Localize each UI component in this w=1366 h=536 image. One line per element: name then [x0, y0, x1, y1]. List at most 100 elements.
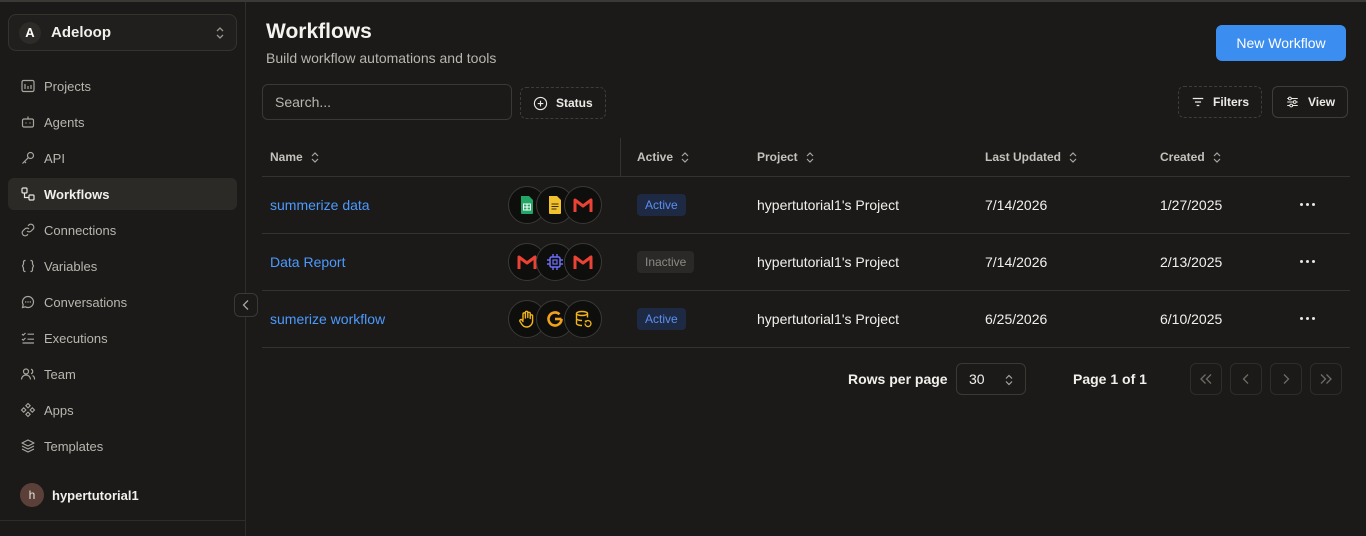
first-page-button[interactable]	[1190, 363, 1222, 395]
previous-page-button[interactable]	[1230, 363, 1262, 395]
table-row[interactable]: Data Report Inactive hypertutorial1's Pr…	[262, 234, 1350, 291]
page-indicator: Page 1 of 1	[1073, 371, 1147, 387]
sort-icon	[1069, 151, 1077, 163]
last-updated-cell: 6/25/2026	[985, 311, 1048, 327]
sidebar-item-variables[interactable]: Variables	[8, 250, 237, 282]
sidebar-divider	[0, 520, 246, 521]
org-switcher[interactable]: A Adeloop	[8, 14, 237, 51]
chevron-right-icon	[1283, 374, 1290, 384]
sort-icon	[311, 151, 319, 163]
gmail-icon	[564, 243, 602, 281]
column-header-last-updated[interactable]: Last Updated	[985, 150, 1077, 164]
rows-per-page-value: 30	[969, 371, 985, 387]
sort-icon	[1213, 151, 1221, 163]
workflow-icon	[21, 187, 35, 201]
column-header-project[interactable]: Project	[757, 150, 814, 164]
created-cell: 2/13/2025	[1160, 254, 1223, 270]
sort-icon	[681, 151, 689, 163]
column-label: Last Updated	[985, 150, 1062, 164]
collapse-sidebar-button[interactable]	[234, 293, 258, 317]
workflow-name-link[interactable]: Data Report	[270, 254, 345, 270]
rows-per-page-label: Rows per page	[848, 371, 948, 387]
status-badge: Active	[637, 194, 686, 216]
column-header-active[interactable]: Active	[637, 150, 689, 164]
sidebar-item-projects[interactable]: Projects	[8, 70, 237, 102]
workflow-app-icons	[508, 300, 602, 338]
column-label: Name	[270, 150, 303, 164]
chevron-left-icon	[242, 300, 249, 310]
project-cell: hypertutorial1's Project	[757, 311, 899, 327]
bot-icon	[21, 116, 35, 128]
sidebar-item-templates[interactable]: Templates	[8, 430, 237, 462]
sidebar-item-label: Projects	[44, 78, 91, 94]
link-icon	[21, 223, 35, 237]
sidebar: A Adeloop Projects Agents API Workflows …	[0, 2, 246, 536]
sidebar-item-workflows[interactable]: Workflows	[8, 178, 237, 210]
user-name: hypertutorial1	[52, 487, 139, 503]
view-label: View	[1308, 95, 1336, 109]
sidebar-item-api[interactable]: API	[8, 142, 237, 174]
chevron-left-icon	[1242, 374, 1249, 384]
workflow-name-link[interactable]: summerize data	[270, 197, 370, 213]
view-button[interactable]: View	[1272, 86, 1349, 118]
workflow-app-icons	[508, 243, 602, 281]
search-input[interactable]	[262, 84, 512, 120]
page-subtitle: Build workflow automations and tools	[266, 50, 497, 66]
sidebar-item-label: Team	[44, 366, 76, 382]
braces-icon	[21, 259, 35, 273]
column-header-name[interactable]: Name	[270, 150, 319, 164]
row-actions-icon[interactable]	[1300, 317, 1315, 320]
rows-per-page-select[interactable]: 30	[956, 363, 1026, 395]
last-page-button[interactable]	[1310, 363, 1342, 395]
table-header: Name Active Project Last Updated Created	[262, 138, 1350, 177]
sidebar-item-agents[interactable]: Agents	[8, 106, 237, 138]
chat-icon	[21, 295, 35, 309]
workflow-name-link[interactable]: sumerize workflow	[270, 311, 385, 327]
table-row[interactable]: sumerize workflow Active hypertutorial1'…	[262, 291, 1350, 348]
column-label: Created	[1160, 150, 1205, 164]
last-updated-cell: 7/14/2026	[985, 197, 1048, 213]
sidebar-nav: Projects Agents API Workflows Connection…	[8, 70, 237, 466]
layers-icon	[21, 439, 35, 453]
filters-label: Filters	[1213, 95, 1250, 109]
new-workflow-button[interactable]: New Workflow	[1216, 25, 1346, 61]
table-row[interactable]: summerize data Active hypertutorial1's P…	[262, 177, 1350, 234]
sidebar-item-apps[interactable]: Apps	[8, 394, 237, 426]
sidebar-item-team[interactable]: Team	[8, 358, 237, 390]
apps-icon	[20, 402, 36, 418]
sidebar-item-label: Variables	[44, 258, 98, 274]
column-header-created[interactable]: Created	[1160, 150, 1221, 164]
status-filter-button[interactable]: Status	[520, 87, 606, 119]
last-updated-cell: 7/14/2026	[985, 254, 1048, 270]
filter-lines-icon	[1192, 97, 1204, 107]
filters-button[interactable]: Filters	[1178, 86, 1263, 118]
sidebar-item-label: Connections	[44, 222, 117, 238]
sliders-icon	[1287, 96, 1298, 108]
users-icon	[20, 368, 36, 380]
sidebar-item-label: Templates	[44, 438, 104, 454]
sidebar-item-conversations[interactable]: Conversations	[8, 286, 237, 318]
avatar: h	[20, 483, 44, 507]
sort-icon	[806, 151, 814, 163]
column-divider	[620, 138, 621, 177]
sidebar-item-label: Agents	[44, 114, 85, 130]
status-badge: Inactive	[637, 251, 695, 273]
project-cell: hypertutorial1's Project	[757, 254, 899, 270]
user-menu[interactable]: h hypertutorial1	[20, 483, 139, 507]
main-content: Workflows Build workflow automations and…	[246, 2, 1366, 536]
sidebar-item-connections[interactable]: Connections	[8, 214, 237, 246]
row-actions-icon[interactable]	[1300, 203, 1315, 206]
sidebar-item-executions[interactable]: Executions	[8, 322, 237, 354]
plus-circle-icon	[533, 96, 548, 110]
column-label: Project	[757, 150, 798, 164]
chevrons-up-down-icon	[1005, 374, 1013, 386]
database-icon	[564, 300, 602, 338]
sidebar-item-label: Executions	[44, 330, 108, 346]
chevrons-up-down-icon	[216, 27, 224, 39]
row-actions-icon[interactable]	[1300, 260, 1315, 263]
key-icon	[22, 151, 35, 164]
column-label: Active	[637, 150, 674, 164]
created-cell: 6/10/2025	[1160, 311, 1223, 327]
next-page-button[interactable]	[1270, 363, 1302, 395]
org-name: Adeloop	[51, 24, 111, 41]
